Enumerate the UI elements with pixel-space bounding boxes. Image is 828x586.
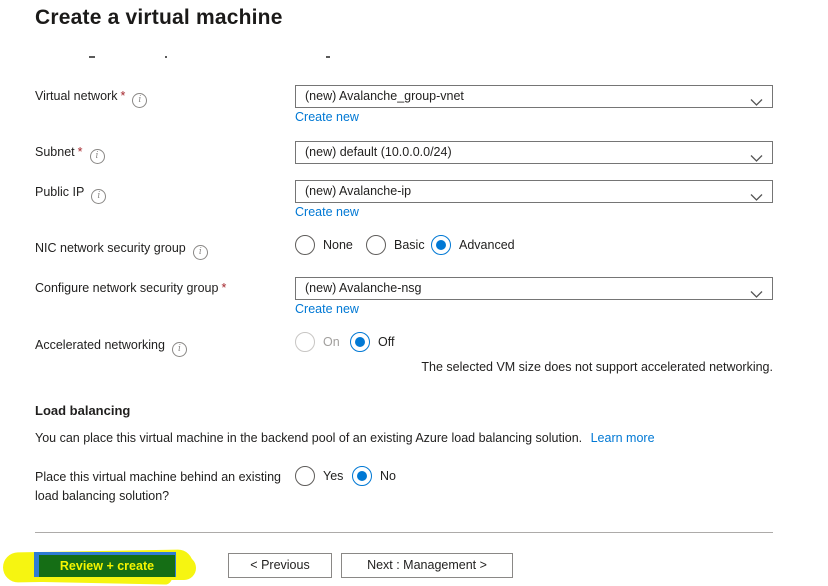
create-new-nsg-link[interactable]: Create new <box>295 302 359 316</box>
radio-load-balancing-no[interactable]: No <box>352 466 396 486</box>
radio-nic-nsg-advanced[interactable]: Advanced <box>431 235 515 255</box>
subnet-select[interactable]: (new) default (10.0.0.0/24) <box>295 141 773 164</box>
required-asterisk: * <box>120 89 126 103</box>
footer-divider <box>35 532 773 533</box>
info-icon[interactable]: i <box>171 342 187 357</box>
accelerated-networking-note: The selected VM size does not support ac… <box>421 360 773 374</box>
create-new-vnet-link[interactable]: Create new <box>295 110 359 124</box>
chevron-down-icon <box>750 188 763 209</box>
chevron-down-icon <box>750 93 763 114</box>
review-create-button[interactable]: Review + create <box>39 555 175 577</box>
configure-nsg-label: Configure network security group * <box>35 281 227 295</box>
page-title: Create a virtual machine <box>35 6 283 29</box>
learn-more-link[interactable]: Learn more <box>591 431 655 445</box>
required-asterisk: * <box>221 281 227 295</box>
radio-nic-nsg-none[interactable]: None <box>295 235 353 255</box>
next-management-button[interactable]: Next : Management > <box>341 553 513 578</box>
radio-label: Yes <box>323 469 344 483</box>
radio-label: Advanced <box>459 238 515 252</box>
required-asterisk: * <box>77 145 83 159</box>
radio-circle <box>366 235 386 255</box>
radio-label: Basic <box>394 238 425 252</box>
public-ip-label: Public IP i <box>35 185 107 204</box>
create-vm-page: Create a virtual machine Virtual network… <box>0 0 828 586</box>
info-icon[interactable]: i <box>91 189 107 204</box>
virtual-network-select[interactable]: (new) Avalanche_group-vnet <box>295 85 773 108</box>
info-icon[interactable]: i <box>132 93 148 108</box>
subnet-value: (new) default (10.0.0.0/24) <box>305 145 452 159</box>
radio-label: No <box>380 469 396 483</box>
subnet-label: Subnet * i <box>35 145 105 164</box>
virtual-network-value: (new) Avalanche_group-vnet <box>305 89 464 103</box>
public-ip-value: (new) Avalanche-ip <box>305 184 412 198</box>
chevron-down-icon <box>750 285 763 306</box>
radio-label: Off <box>378 335 395 349</box>
radio-circle-selected <box>350 332 370 352</box>
accelerated-networking-label: Accelerated networking i <box>35 338 187 357</box>
radio-label: None <box>323 238 353 252</box>
radio-load-balancing-yes[interactable]: Yes <box>295 466 343 486</box>
radio-nic-nsg-basic[interactable]: Basic <box>366 235 425 255</box>
radio-circle-disabled <box>295 332 315 352</box>
load-balancing-description: You can place this virtual machine in th… <box>35 431 655 445</box>
info-icon[interactable]: i <box>192 245 208 260</box>
radio-circle-selected <box>431 235 451 255</box>
create-new-public-ip-link[interactable]: Create new <box>295 205 359 219</box>
radio-label: On <box>323 335 340 349</box>
radio-accelerated-on: On <box>295 332 340 352</box>
virtual-network-label: Virtual network * i <box>35 89 148 108</box>
configure-nsg-value: (new) Avalanche-nsg <box>305 281 422 295</box>
public-ip-select[interactable]: (new) Avalanche-ip <box>295 180 773 203</box>
previous-button[interactable]: < Previous <box>228 553 332 578</box>
nic-nsg-label: NIC network security group i <box>35 241 208 260</box>
load-balancing-question-label: Place this virtual machine behind an exi… <box>35 470 281 503</box>
load-balancing-heading: Load balancing <box>35 403 131 418</box>
radio-circle <box>295 466 315 486</box>
radio-accelerated-off[interactable]: Off <box>350 332 394 352</box>
chevron-down-icon <box>750 149 763 170</box>
info-icon[interactable]: i <box>89 149 105 164</box>
radio-circle-selected <box>352 466 372 486</box>
configure-nsg-select[interactable]: (new) Avalanche-nsg <box>295 277 773 300</box>
radio-circle <box>295 235 315 255</box>
